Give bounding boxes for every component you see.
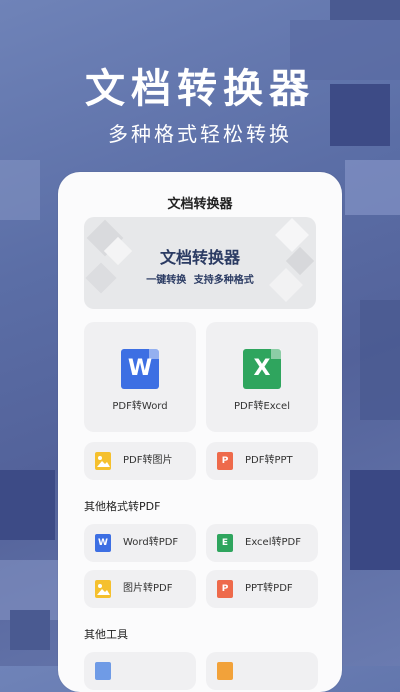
- bg-decoration: [0, 160, 40, 220]
- tool-icon: [95, 662, 111, 680]
- excel-doc-icon: X: [243, 349, 281, 389]
- pdf-to-excel-button[interactable]: X PDF转Excel: [206, 322, 318, 432]
- bg-decoration: [10, 610, 50, 650]
- pdf-to-excel-label: PDF转Excel: [234, 401, 290, 412]
- image-icon: [95, 580, 111, 598]
- bg-decoration: [330, 0, 400, 20]
- ppt-to-pdf-label: PPT转PDF: [245, 583, 293, 594]
- section-title-other-formats: 其他格式转PDF: [84, 500, 161, 513]
- app-title: 文档转换器: [167, 197, 233, 212]
- word-doc-icon: W: [121, 349, 159, 389]
- tool-icon: [217, 662, 233, 680]
- bg-decoration: [0, 470, 55, 540]
- word-icon: W: [95, 534, 111, 552]
- tool-card-partial[interactable]: [84, 652, 196, 690]
- word-to-pdf-label: Word转PDF: [123, 537, 179, 548]
- image-to-pdf-label: 图片转PDF: [123, 583, 173, 594]
- hero-subtitle: 多种格式轻松转换: [108, 122, 292, 146]
- ppt-icon: P: [217, 452, 233, 470]
- bg-decoration: [350, 470, 400, 570]
- pdf-to-word-label: PDF转Word: [112, 401, 168, 412]
- pdf-to-ppt-label: PDF转PPT: [245, 455, 293, 466]
- pdf-to-word-button[interactable]: W PDF转Word: [84, 322, 196, 432]
- pdf-to-image-label: PDF转图片: [123, 455, 173, 466]
- hero-title: 文档转换器: [85, 66, 315, 112]
- pdf-to-image-button[interactable]: PDF转图片: [84, 442, 196, 480]
- excel-icon: E: [217, 534, 233, 552]
- banner[interactable]: 文档转换器 一键转换 支持多种格式: [84, 217, 316, 309]
- word-to-pdf-button[interactable]: W Word转PDF: [84, 524, 196, 562]
- excel-to-pdf-label: Excel转PDF: [245, 537, 301, 548]
- section-title-other-tools: 其他工具: [84, 628, 128, 641]
- bg-decoration: [360, 300, 400, 420]
- ppt-icon: P: [217, 580, 233, 598]
- image-to-pdf-button[interactable]: 图片转PDF: [84, 570, 196, 608]
- banner-title: 文档转换器: [159, 248, 240, 267]
- ppt-to-pdf-button[interactable]: P PPT转PDF: [206, 570, 318, 608]
- banner-subtitle: 一键转换 支持多种格式: [146, 275, 254, 286]
- pdf-to-ppt-button[interactable]: P PDF转PPT: [206, 442, 318, 480]
- excel-to-pdf-button[interactable]: E Excel转PDF: [206, 524, 318, 562]
- phone-screen: 文档转换器 文档转换器 一键转换 支持多种格式 W PDF转Word X PDF…: [58, 172, 342, 692]
- bg-decoration: [345, 160, 400, 215]
- tool-card-partial[interactable]: [206, 652, 318, 690]
- image-icon: [95, 452, 111, 470]
